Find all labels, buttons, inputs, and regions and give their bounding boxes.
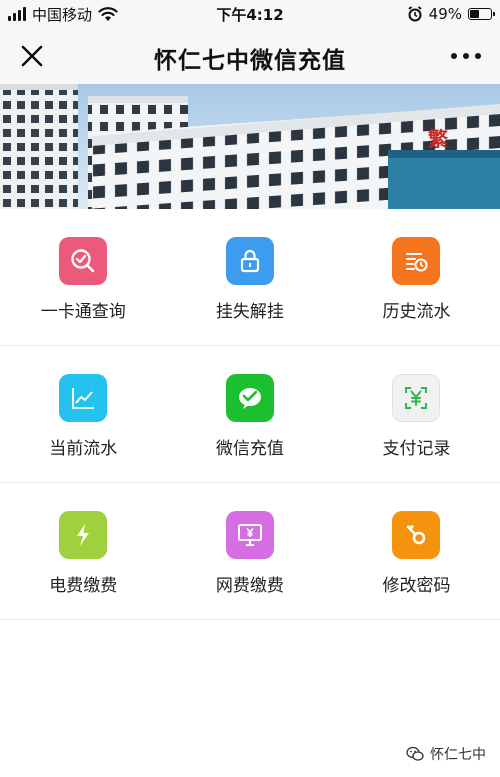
menu-item-electricity-fee[interactable]: 电费缴费	[0, 483, 167, 620]
battery-percent: 49%	[428, 5, 462, 23]
menu-item-internet-fee[interactable]: 网费缴费	[167, 483, 334, 620]
yuan-scan-icon	[392, 374, 441, 422]
menu-item-current-flow[interactable]: 当前流水	[0, 346, 167, 483]
alarm-icon	[408, 6, 422, 22]
menu-item-change-password[interactable]: 修改密码	[333, 483, 500, 620]
menu-item-label: 支付记录	[382, 439, 451, 459]
line-chart-icon	[59, 374, 108, 422]
menu-row: 一卡通查询 挂失解挂 历史流水	[0, 209, 500, 346]
monitor-yuan-icon	[225, 511, 274, 559]
wechat-logo-icon	[406, 746, 424, 761]
lightning-icon	[59, 511, 108, 559]
key-icon	[392, 511, 441, 559]
watermark-text: 怀仁七中	[430, 747, 486, 763]
menu-item-label: 微信充值	[215, 439, 284, 459]
menu-item-label: 修改密码	[382, 576, 451, 596]
menu-item-card-query[interactable]: 一卡通查询	[0, 209, 167, 346]
menu-item-report-loss[interactable]: 挂失解挂	[167, 209, 334, 346]
menu-item-label: 电费缴费	[49, 576, 118, 596]
battery-level	[470, 10, 480, 18]
page-title: 怀仁七中微信充值	[154, 48, 346, 74]
status-bar: 中国移动 下午4:12 49%	[0, 0, 500, 28]
more-icon[interactable]	[446, 40, 486, 72]
lock-icon	[225, 237, 274, 285]
history-list-icon	[392, 237, 441, 285]
menu-item-label: 当前流水	[49, 439, 118, 459]
menu-item-payment-records[interactable]: 支付记录	[333, 346, 500, 483]
banner-image: 繁	[0, 84, 500, 209]
nav-bar: 怀仁七中微信充值	[0, 28, 500, 84]
wechat-pay-icon	[225, 374, 274, 422]
battery-icon	[468, 8, 495, 20]
menu-item-label: 历史流水	[382, 302, 451, 322]
menu-item-label: 一卡通查询	[40, 302, 126, 322]
menu-row: 电费缴费 网费缴费 修改密码	[0, 483, 500, 620]
banner-sign-text: 繁	[428, 127, 449, 151]
school-building-illustration: 繁	[0, 84, 500, 209]
menu-item-wechat-recharge[interactable]: 微信充值	[167, 346, 334, 483]
menu-item-label: 网费缴费	[215, 576, 284, 596]
account-watermark: 怀仁七中	[406, 744, 486, 764]
menu-item-label: 挂失解挂	[215, 302, 284, 322]
menu-grid: 一卡通查询 挂失解挂 历史流水 当前流水 微信充值 支付记录 电费缴费 网费缴费…	[0, 209, 500, 620]
menu-row: 当前流水 微信充值 支付记录	[0, 346, 500, 483]
search-check-icon	[59, 237, 108, 285]
menu-item-history-flow[interactable]: 历史流水	[333, 209, 500, 346]
